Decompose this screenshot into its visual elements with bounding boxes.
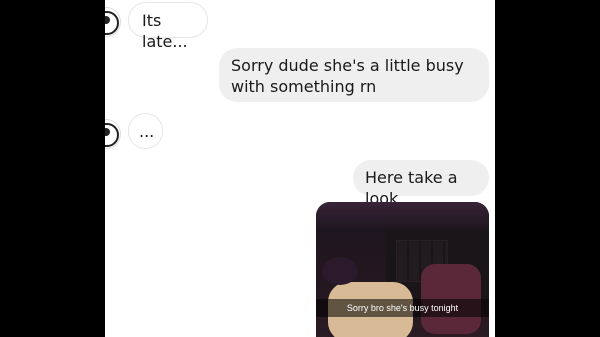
photo-figure-head — [322, 257, 358, 285]
message-bubble-incoming[interactable]: ... — [128, 113, 163, 149]
photo-ceiling — [316, 202, 489, 232]
message-bubble-incoming[interactable]: Its late... — [128, 2, 208, 51]
letterbox-right — [495, 0, 600, 337]
message-text: Sorry dude she's a little busy with some… — [231, 56, 464, 96]
contact-avatar[interactable] — [105, 7, 121, 37]
chat-thread[interactable]: Its late... Sorry dude she's a little bu… — [105, 0, 495, 337]
video-frame: Its late... Sorry dude she's a little bu… — [0, 0, 600, 337]
message-text: Its late... — [142, 11, 188, 51]
letterbox-left — [0, 0, 105, 337]
message-text: ... — [139, 122, 155, 141]
photo-caption: Sorry bro she's busy tonight — [316, 299, 489, 317]
message-bubble-outgoing[interactable]: Sorry dude she's a little busy with some… — [219, 48, 489, 102]
message-bubble-outgoing[interactable]: Here take a look — [353, 160, 489, 208]
contact-avatar[interactable] — [105, 119, 121, 149]
shared-photo[interactable]: Sorry bro she's busy tonight — [316, 202, 489, 337]
